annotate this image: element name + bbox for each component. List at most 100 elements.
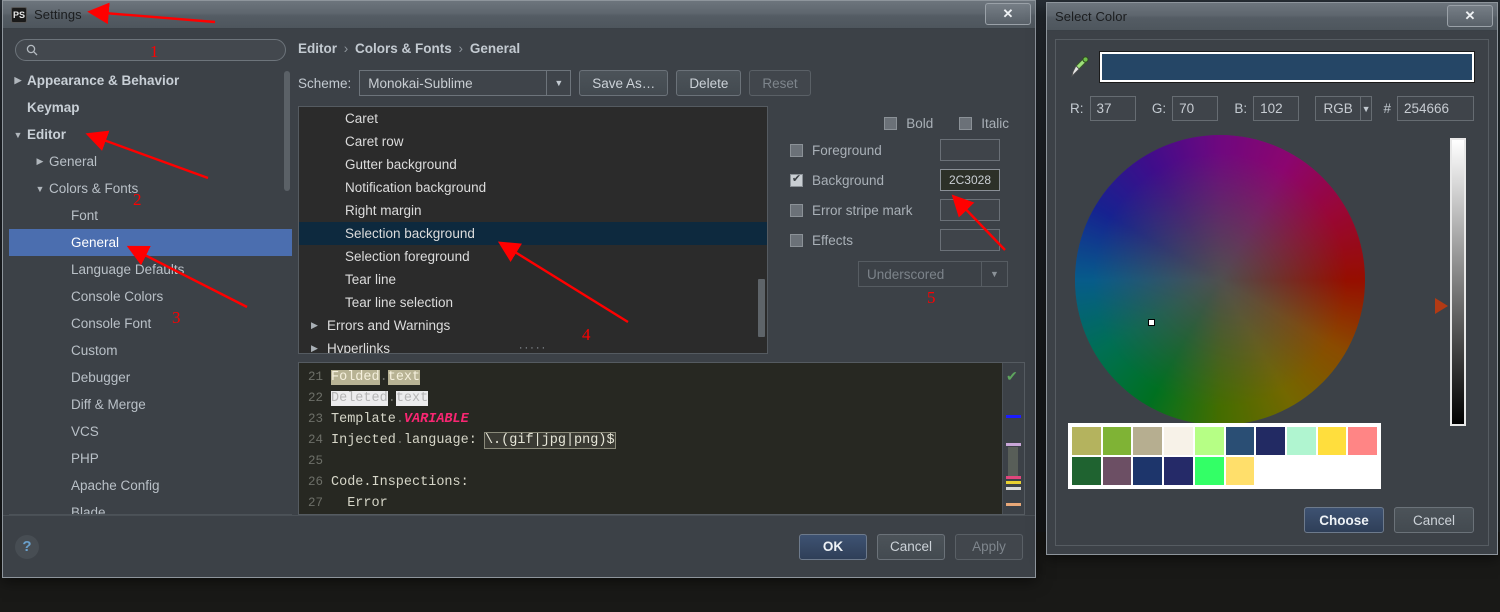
foreground-checkbox[interactable] xyxy=(790,143,803,157)
palette-swatch[interactable] xyxy=(1133,427,1163,455)
sidebar-item-apache-config[interactable]: Apache Config xyxy=(9,472,292,499)
close-icon[interactable]: ✕ xyxy=(985,3,1031,25)
chevron-down-icon[interactable]: ▼ xyxy=(31,184,49,194)
palette-swatch[interactable] xyxy=(1102,457,1132,485)
palette-swatch[interactable] xyxy=(1225,457,1255,485)
sidebar-item-font[interactable]: Font xyxy=(9,202,292,229)
sidebar-item-vcs[interactable]: VCS xyxy=(9,418,292,445)
breadcrumb-part-2[interactable]: Colors & Fonts xyxy=(355,41,452,56)
color-keys-list[interactable]: Caret Caret row Gutter background Notificat… xyxy=(298,106,768,354)
palette-swatch[interactable] xyxy=(1164,457,1193,485)
error-stripe-panel[interactable]: ✔ xyxy=(1002,363,1024,514)
sidebar-item-keymap[interactable]: Keymap xyxy=(9,94,292,121)
choose-button[interactable]: Choose xyxy=(1304,507,1384,533)
chevron-right-icon[interactable]: ▶ xyxy=(311,337,323,353)
palette-swatch[interactable] xyxy=(1194,457,1224,485)
palette-swatch[interactable] xyxy=(1348,457,1377,485)
foreground-color-swatch[interactable] xyxy=(940,139,1000,161)
palette-swatch[interactable] xyxy=(1256,457,1285,485)
stripe-thumb[interactable] xyxy=(1008,447,1018,477)
preview-code[interactable]: Folded.text Deleted.text Template.VARIABLE… xyxy=(327,363,1002,514)
hex-input[interactable]: 254666 xyxy=(1396,96,1474,121)
sidebar-item-debugger[interactable]: Debugger xyxy=(9,364,292,391)
sidebar-item-general[interactable]: ▶ General xyxy=(9,148,292,175)
sidebar-item-console-font[interactable]: Console Font xyxy=(9,310,292,337)
error-stripe-mark-color-swatch[interactable] xyxy=(940,199,1000,221)
palette-swatch[interactable] xyxy=(1164,427,1193,455)
palette-swatch[interactable] xyxy=(1256,427,1285,455)
breadcrumb-part-1[interactable]: Editor xyxy=(298,41,337,56)
splitter-handle[interactable]: ····· xyxy=(519,342,547,353)
effects-color-swatch[interactable] xyxy=(940,229,1000,251)
sidebar-item-console-colors[interactable]: Console Colors xyxy=(9,283,292,310)
palette-swatch[interactable] xyxy=(1102,427,1132,455)
brightness-slider[interactable] xyxy=(1450,138,1466,426)
italic-checkbox[interactable] xyxy=(959,117,973,130)
color-key-row[interactable]: Right margin xyxy=(299,199,767,222)
sidebar-item-general[interactable]: General xyxy=(9,229,292,256)
help-icon[interactable]: ? xyxy=(15,534,39,559)
breadcrumb-part-3[interactable]: General xyxy=(470,41,520,56)
sidebar-item-blade[interactable]: Blade xyxy=(9,499,292,514)
chevron-right-icon[interactable]: ▶ xyxy=(311,314,323,337)
sidebar-item-custom[interactable]: Custom xyxy=(9,337,292,364)
palette-swatch[interactable] xyxy=(1072,457,1101,485)
sidebar-item-php[interactable]: PHP xyxy=(9,445,292,472)
color-swatches-palette[interactable] xyxy=(1068,423,1381,489)
chevron-down-icon[interactable]: ▼ xyxy=(9,130,27,140)
cancel-button[interactable]: Cancel xyxy=(876,533,945,560)
palette-swatch[interactable] xyxy=(1286,427,1316,455)
color-key-row[interactable]: Tear line selection xyxy=(299,291,767,314)
g-input[interactable]: 70 xyxy=(1172,96,1219,121)
color-wheel-marker[interactable] xyxy=(1148,319,1155,326)
search-box[interactable] xyxy=(15,39,286,61)
color-key-row[interactable]: Caret xyxy=(299,107,767,130)
bold-checkbox[interactable] xyxy=(884,117,898,130)
sidebar-item-language-defaults[interactable]: Language Defaults xyxy=(9,256,292,283)
chevron-down-icon[interactable]: ▼ xyxy=(546,71,570,95)
color-key-row[interactable]: Caret row xyxy=(299,130,767,153)
tree-scrollbar[interactable] xyxy=(284,71,290,191)
delete-button[interactable]: Delete xyxy=(676,70,742,96)
palette-swatch[interactable] xyxy=(1317,457,1347,485)
background-color-swatch[interactable]: 2C3028 xyxy=(940,169,1000,191)
color-key-row[interactable]: Selection background xyxy=(299,222,767,245)
sidebar-item-diff-merge[interactable]: Diff & Merge xyxy=(9,391,292,418)
color-wheel[interactable] xyxy=(1075,135,1365,425)
current-color-preview[interactable] xyxy=(1099,51,1475,83)
palette-swatch[interactable] xyxy=(1133,457,1163,485)
b-input[interactable]: 102 xyxy=(1253,96,1300,121)
color-key-row[interactable]: Gutter background xyxy=(299,153,767,176)
scheme-combobox[interactable]: Monokai-Sublime ▼ xyxy=(359,70,572,96)
sidebar-item-editor[interactable]: ▼ Editor xyxy=(9,121,292,148)
chevron-down-icon[interactable]: ▼ xyxy=(1359,97,1372,120)
color-key-row[interactable]: Notification background xyxy=(299,176,767,199)
settings-tree[interactable]: ▶ Appearance & Behavior Keymap ▼ Editor ▶ Gene… xyxy=(9,67,292,515)
palette-swatch[interactable] xyxy=(1286,457,1316,485)
effects-checkbox[interactable] xyxy=(790,233,803,247)
color-key-row[interactable]: Tear line xyxy=(299,268,767,291)
error-stripe-mark-checkbox[interactable] xyxy=(790,203,803,217)
r-input[interactable]: 37 xyxy=(1089,96,1136,121)
chevron-right-icon[interactable]: ▶ xyxy=(9,75,27,86)
sidebar-item-appearance-behavior[interactable]: ▶ Appearance & Behavior xyxy=(9,67,292,94)
palette-swatch[interactable] xyxy=(1072,427,1101,455)
color-key-row[interactable]: ▶ Errors and Warnings xyxy=(299,314,767,337)
background-checkbox[interactable] xyxy=(790,173,803,187)
palette-swatch[interactable] xyxy=(1317,427,1347,455)
ok-button[interactable]: OK xyxy=(798,533,867,560)
palette-swatch[interactable] xyxy=(1348,427,1377,455)
color-key-row[interactable]: Selection foreground xyxy=(299,245,767,268)
palette-swatch[interactable] xyxy=(1194,427,1224,455)
brightness-slider-knob[interactable] xyxy=(1435,298,1448,314)
cancel-button[interactable]: Cancel xyxy=(1394,507,1474,533)
sidebar-item-colors-fonts[interactable]: ▼ Colors & Fonts xyxy=(9,175,292,202)
close-icon[interactable]: ✕ xyxy=(1447,5,1493,27)
chevron-right-icon[interactable]: ▶ xyxy=(31,156,49,167)
palette-swatch[interactable] xyxy=(1225,427,1255,455)
search-input[interactable] xyxy=(44,42,275,58)
color-mode-combobox[interactable]: RGB ▼ xyxy=(1315,96,1373,121)
eyedropper-icon[interactable] xyxy=(1070,55,1090,79)
color-key-label: Tear line selection xyxy=(345,295,454,310)
save-as-button[interactable]: Save As… xyxy=(579,70,669,96)
